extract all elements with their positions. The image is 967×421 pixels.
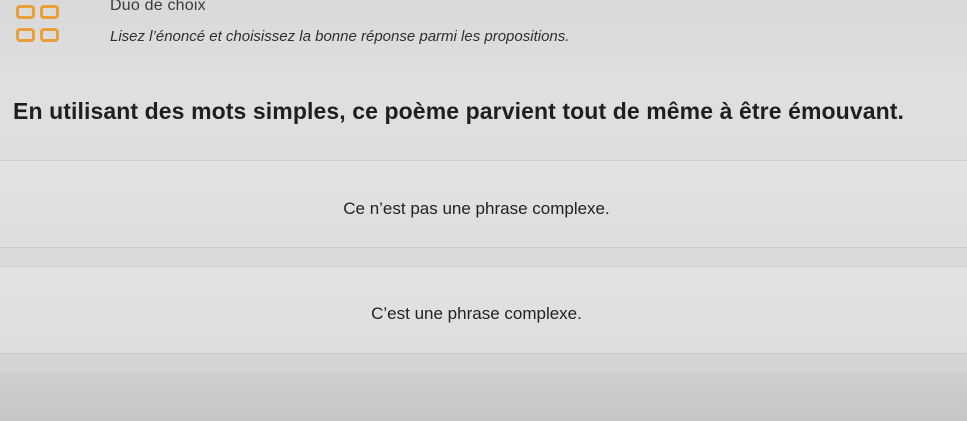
grid-2x2-icon (14, 2, 64, 46)
question-statement: En utilisant des mots simples, ce poème … (13, 98, 904, 124)
exercise-title: Duo de choix (110, 0, 206, 14)
footer-area (0, 372, 967, 421)
answer-option-label: Ce n’est pas une phrase complexe. (343, 199, 610, 218)
exercise-instruction: Lisez l’énoncé et choisissez la bonne ré… (110, 28, 570, 45)
answer-option-complex[interactable]: C’est une phrase complexe. (0, 266, 967, 354)
exercise-header: Duo de choix Lisez l’énoncé et choisisse… (0, 0, 967, 72)
question-panel: En utilisant des mots simples, ce poème … (0, 72, 967, 158)
answer-option-not-complex[interactable]: Ce n’est pas une phrase complexe. (0, 160, 967, 248)
answer-option-label: C’est une phrase complexe. (371, 304, 582, 323)
